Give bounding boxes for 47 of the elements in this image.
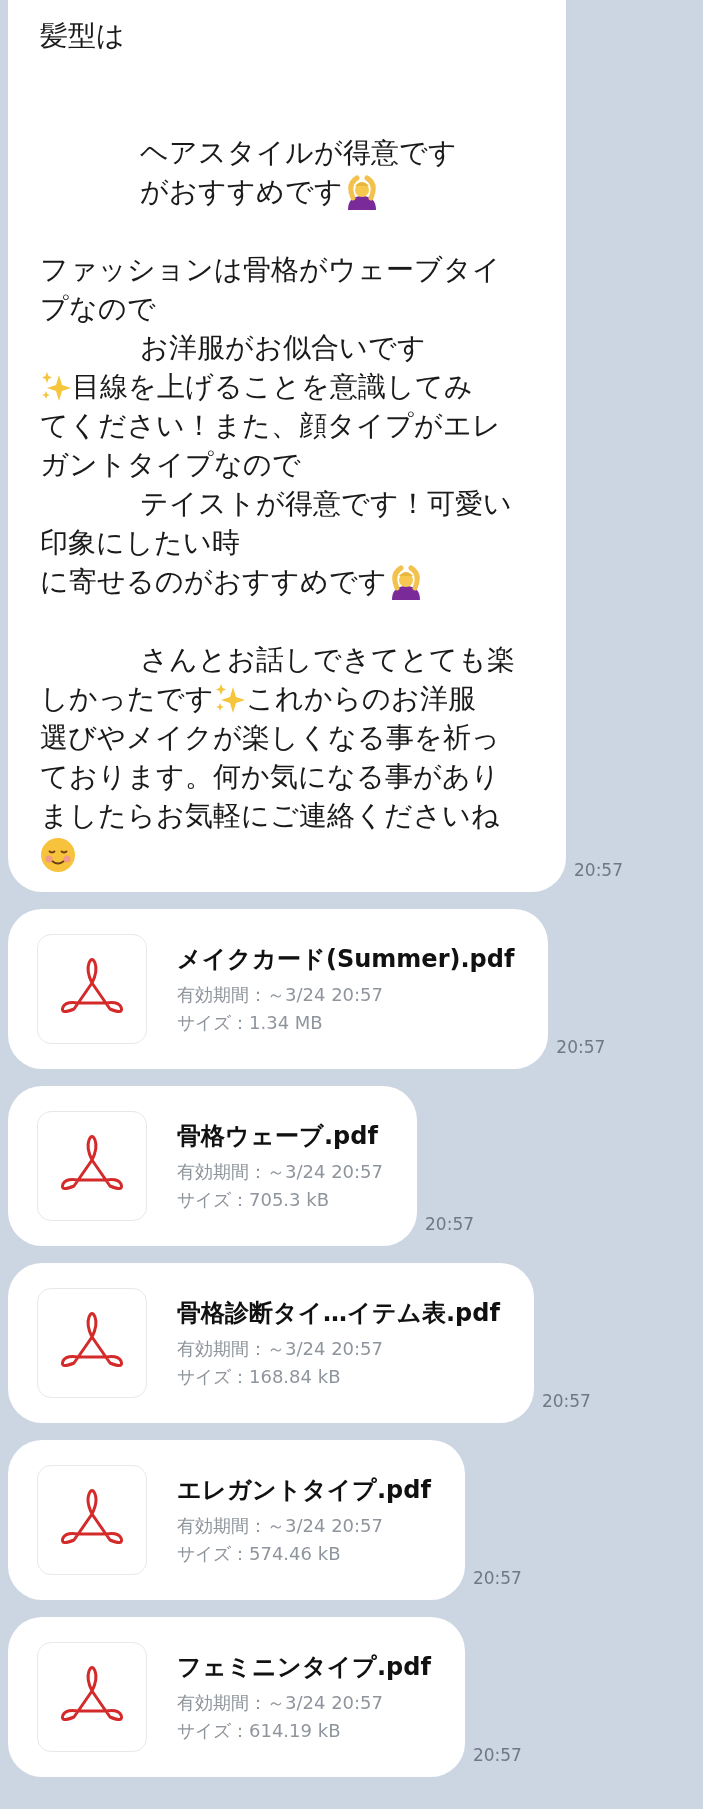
message-text: ファッションは骨格がウェーブタイ — [40, 255, 501, 284]
file-size: サイズ：168.84 kB — [177, 1365, 342, 1389]
file-message[interactable]: 骨格ウェーブ.pdf 有効期間：～3/24 20:57 サイズ：705.3 kB — [8, 1086, 417, 1246]
message-text: これからのお洋服 — [246, 684, 476, 713]
file-size: サイズ：614.19 kB — [177, 1719, 342, 1743]
message-text: さんとお話しできてとても楽 — [140, 645, 515, 674]
message-text: しかったです — [40, 684, 214, 713]
message-text: テイストが得意です！可愛い — [140, 489, 512, 518]
message-time: 20:57 — [425, 1214, 474, 1236]
message-text: ヘアスタイルが得意です — [140, 138, 457, 167]
file-expiry: 有効期間：～3/24 20:57 — [177, 983, 384, 1007]
file-message[interactable]: メイクカード(Summer).pdf 有効期間：～3/24 20:57 サイズ：1.34 MB — [8, 909, 549, 1069]
file-message[interactable]: 骨格診断タイ…イテム表.pdf 有効期間：～3/24 20:57 サイズ：168.84 kB — [8, 1263, 534, 1423]
message-text: ましたらお気軽にご連絡くださいね — [40, 801, 500, 830]
message-text: 印象にしたい時 — [40, 528, 240, 557]
message-time: 20:57 — [574, 860, 623, 882]
file-message[interactable]: エレガントタイプ.pdf 有効期間：～3/24 20:57 サイズ：574.46 kB — [8, 1440, 465, 1600]
message-time: 20:57 — [556, 1037, 606, 1059]
file-name: エレガントタイプ.pdf — [177, 1475, 431, 1506]
message-time: 20:57 — [472, 1568, 522, 1590]
file-expiry: 有効期間：～3/24 20:57 — [177, 1160, 383, 1184]
message-text: 目線を上げることを意識してみ — [72, 372, 473, 401]
message-text: がおすすめです — [140, 177, 343, 206]
message-time: 20:57 — [541, 1391, 591, 1413]
file-name: メイクカード(Summer).pdf — [177, 944, 515, 975]
file-name: フェミニンタイプ.pdf — [177, 1652, 431, 1683]
smiley-emoji-icon — [40, 836, 76, 873]
message-text: てください！また、顔タイプがエレ — [40, 411, 501, 440]
gesture-emoji-icon — [389, 563, 423, 600]
message-text: に寄せるのがおすすめです — [40, 567, 387, 596]
file-size: サイズ：1.34 MB — [177, 1011, 324, 1035]
file-expiry: 有効期間：～3/24 20:57 — [177, 1514, 384, 1538]
file-expiry: 有効期間：～3/24 20:57 — [177, 1691, 384, 1715]
message-text: 髪型は — [40, 21, 125, 50]
message-text: お洋服がお似合いです — [140, 333, 426, 362]
file-name: 骨格診断タイ…イテム表.pdf — [177, 1298, 500, 1329]
file-size: サイズ：574.46 kB — [177, 1542, 342, 1566]
file-size: サイズ：705.3 kB — [177, 1188, 331, 1212]
gesture-emoji-icon — [345, 173, 379, 210]
message-time: 20:57 — [472, 1745, 522, 1767]
file-message[interactable]: フェミニンタイプ.pdf 有効期間：～3/24 20:57 サイズ：614.19 kB — [8, 1617, 465, 1777]
message-text: ております。何か気になる事があり — [40, 762, 500, 791]
file-expiry: 有効期間：～3/24 20:57 — [177, 1337, 384, 1361]
file-name: 骨格ウェーブ.pdf — [177, 1121, 380, 1152]
message-text: 選びやメイクが楽しくなる事を祈っ — [40, 723, 500, 752]
message-text: ガントタイプなので — [40, 450, 301, 479]
message-text: プなので — [40, 294, 156, 323]
